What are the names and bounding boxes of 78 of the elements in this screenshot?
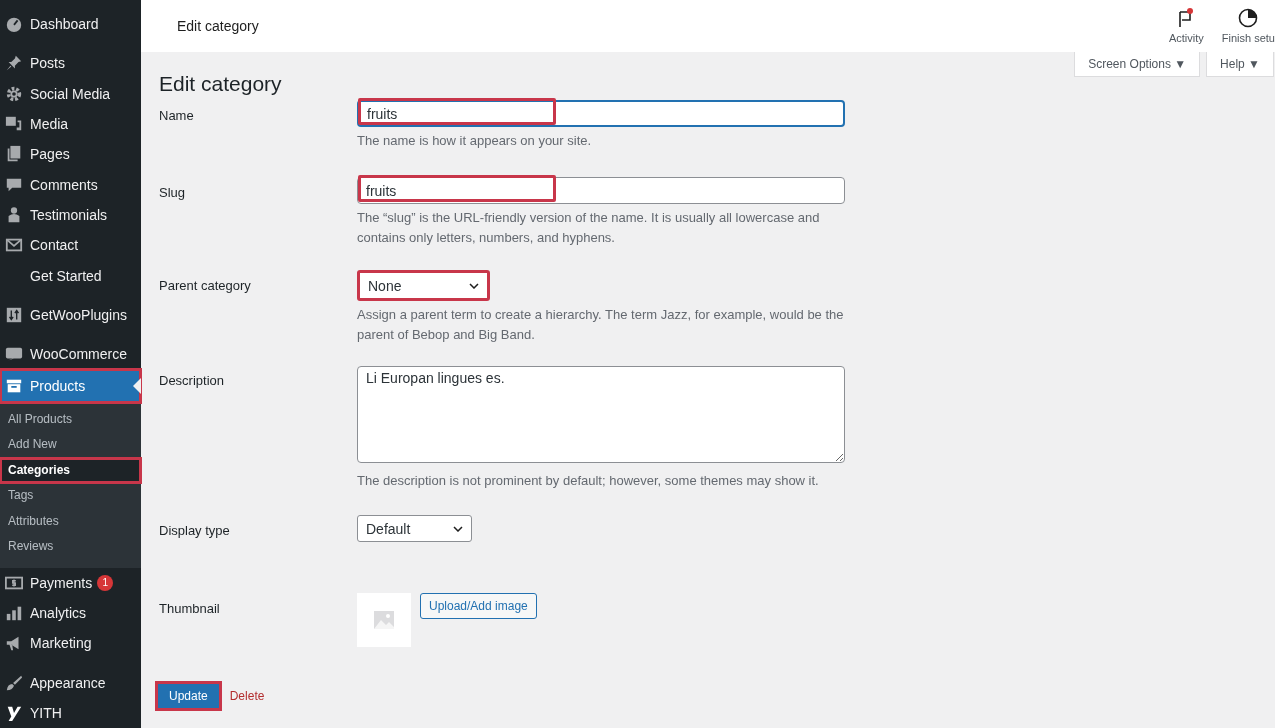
image-icon bbox=[374, 611, 394, 629]
chevron-down-icon bbox=[469, 282, 479, 289]
sidebar-menu-item[interactable]: Appearance bbox=[0, 667, 141, 698]
field-label: Name bbox=[159, 107, 195, 125]
menu-label: Dashboard bbox=[30, 16, 99, 33]
sidebar-menu-item[interactable]: Products bbox=[0, 369, 141, 403]
update-button[interactable]: Update bbox=[155, 681, 222, 711]
menu-label: Comments bbox=[30, 176, 98, 193]
submenu-item[interactable]: All Products bbox=[0, 406, 141, 432]
menu-label: Payments bbox=[30, 574, 93, 591]
text-input-field[interactable]: fruits bbox=[357, 177, 845, 204]
sidebar-menu-item[interactable]: WooCommerce bbox=[0, 338, 141, 370]
settings-icon bbox=[5, 84, 23, 103]
field-label: Description bbox=[159, 372, 226, 390]
submenu-item[interactable]: Reviews bbox=[0, 534, 141, 560]
menu-label: Analytics bbox=[30, 605, 87, 621]
sidebar-menu-item[interactable]: Dashboard bbox=[0, 9, 141, 40]
pushpin-icon bbox=[5, 54, 23, 73]
menu-label: Pages bbox=[30, 146, 70, 163]
page-title: Edit category bbox=[177, 18, 259, 34]
field-description: The name is how it appears on your site. bbox=[357, 132, 593, 150]
submenu-item[interactable]: Tags bbox=[0, 483, 141, 509]
sidebar-menu-item[interactable]: Marketing bbox=[0, 628, 141, 659]
menu-label: YITH bbox=[30, 704, 62, 721]
notification-count: 1 bbox=[97, 574, 114, 591]
menu-label: Marketing bbox=[30, 635, 92, 652]
field-label: Parent category bbox=[159, 277, 252, 295]
current-arrow-icon bbox=[133, 378, 141, 395]
field-label: Thumbnail bbox=[159, 600, 221, 618]
activity-panel-button[interactable]: Activity bbox=[1160, 0, 1204, 52]
menu-label: Media bbox=[30, 116, 69, 132]
sidebar-menu-item[interactable]: Media bbox=[0, 108, 141, 140]
sidebar-menu-item[interactable]: Analytics bbox=[0, 597, 141, 629]
submenu-item[interactable]: Add New bbox=[0, 432, 141, 458]
menu-label: Testimonials bbox=[30, 207, 108, 224]
field-label: Display type bbox=[159, 522, 231, 540]
sidebar-menu-item[interactable]: YITH bbox=[0, 697, 141, 728]
menu-label: Social Media bbox=[30, 85, 111, 102]
progress-circle-icon bbox=[1237, 8, 1260, 28]
description-textarea[interactable]: Li Europan lingues es. bbox=[357, 366, 845, 463]
sort-icon bbox=[5, 305, 23, 324]
menu-label: WooCommerce bbox=[30, 346, 127, 363]
sidebar-menu-item[interactable]: Comments bbox=[0, 169, 141, 200]
screen-meta-tab[interactable]: Screen Options ▼ bbox=[1074, 52, 1201, 77]
sidebar-menu-item[interactable]: Contact bbox=[0, 230, 141, 261]
screen-meta-tab[interactable]: Help ▼ bbox=[1206, 52, 1274, 77]
activity-panel-button[interactable]: Finish setu bbox=[1213, 0, 1275, 52]
delete-link[interactable]: Delete bbox=[229, 689, 265, 703]
submenu-item[interactable]: Categories bbox=[0, 457, 141, 483]
menu-label: Products bbox=[30, 377, 86, 394]
dropdown-select[interactable]: Default bbox=[357, 515, 472, 542]
menu-label: Posts bbox=[30, 55, 65, 72]
sidebar-menu-item[interactable]: GetWooPlugins bbox=[0, 299, 141, 331]
field-label: Slug bbox=[159, 184, 187, 202]
dropdown-select[interactable]: None bbox=[357, 270, 490, 301]
paintbrush-icon bbox=[5, 673, 23, 692]
pages-icon bbox=[5, 145, 23, 164]
menu-label: GetWooPlugins bbox=[30, 306, 127, 323]
upload-image-button[interactable]: Upload/Add image bbox=[420, 593, 537, 619]
sidebar-menu-item[interactable]: Get Started bbox=[0, 260, 141, 291]
sidebar-menu-item[interactable]: Payments 1 bbox=[0, 567, 141, 598]
field-description: Assign a parent term to create a hierarchy. The term Jazz, for example, would be the parent of Bebop and Big Band. bbox=[357, 306, 845, 344]
bar-chart-icon bbox=[5, 604, 23, 622]
menu-label: Contact bbox=[30, 237, 79, 254]
menu-label: Appearance bbox=[30, 674, 106, 691]
gauge-icon bbox=[5, 15, 23, 34]
sidebar-menu-item[interactable]: Posts bbox=[0, 48, 141, 79]
text-input-field[interactable]: fruits bbox=[357, 100, 845, 127]
menu-label: Get Started bbox=[30, 267, 102, 284]
submenu-item[interactable]: Attributes bbox=[0, 508, 141, 534]
media-icon bbox=[5, 115, 23, 133]
page-heading: Edit category bbox=[159, 71, 282, 97]
sidebar-menu-item[interactable]: Social Media bbox=[0, 78, 141, 109]
sidebar-menu-item[interactable]: Testimonials bbox=[0, 199, 141, 231]
field-description: The “slug” is the URL-friendly version of the name. It is usually all lowercase and contains only letters, numbers, and hyphens. bbox=[357, 209, 821, 247]
sidebar-menu-item[interactable]: Pages bbox=[0, 139, 141, 170]
chevron-down-icon bbox=[453, 525, 463, 532]
field-description: The description is not prominent by default; however, some themes may show it. bbox=[357, 472, 820, 490]
